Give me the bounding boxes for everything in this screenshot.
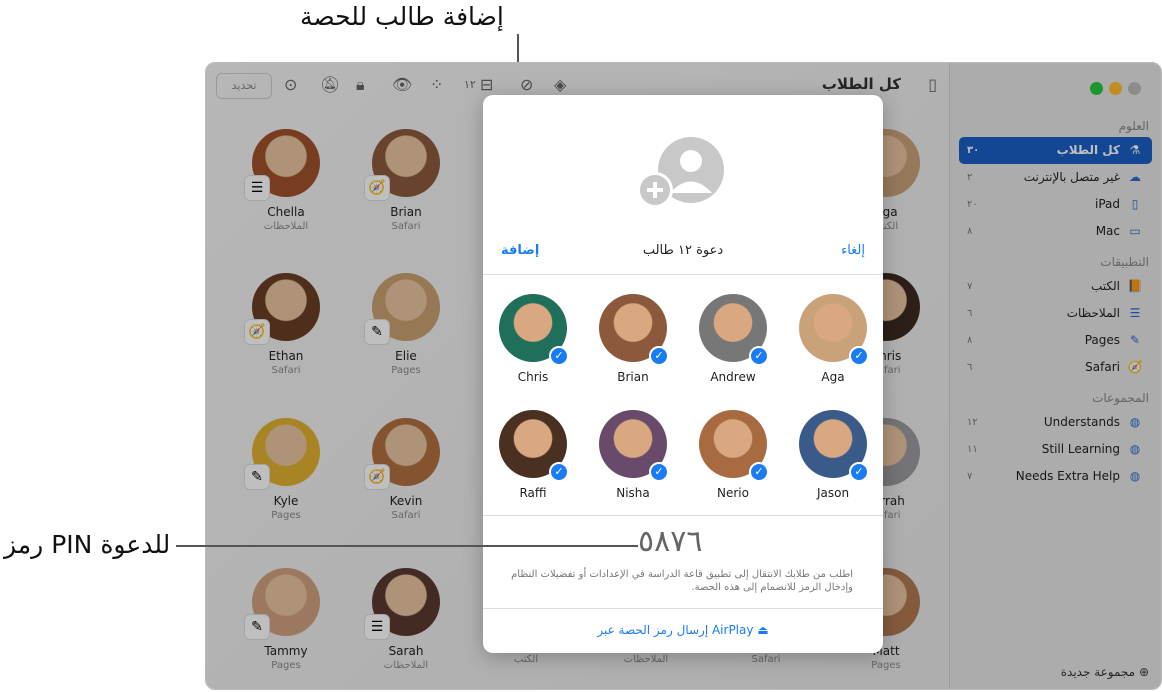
airplay-icon: ⏏︎ [757, 623, 769, 637]
pin-section: ٥٨٧٦ اطلب من طلابك الانتقال إلى تطبيق قا… [483, 515, 883, 609]
invite-students-popover: إضافة دعوة ١٢ طالب إلغاء ✓ Chris ✓ Brian ✓ An… [483, 95, 883, 653]
student-name: Nerio [717, 486, 749, 500]
popover-title: دعوة ١٢ طالب [642, 243, 724, 258]
airplay-button[interactable]: إرسال رمز الحصة عبر AirPlay ⏏︎ [483, 623, 883, 637]
invite-student[interactable]: ✓ Aga [783, 294, 883, 384]
student-name: Brian [617, 370, 649, 384]
avatar: ✓ [799, 410, 869, 482]
popover-header: إضافة دعوة ١٢ طالب إلغاء [483, 235, 883, 275]
avatar: ✓ [499, 294, 569, 366]
invite-student[interactable]: ✓ Raffi [483, 410, 583, 500]
invite-student[interactable]: ✓ Nerio [683, 410, 783, 500]
checkmark-icon: ✓ [749, 346, 769, 366]
avatar: ✓ [599, 294, 669, 366]
checkmark-icon: ✓ [749, 462, 769, 482]
airplay-label: إرسال رمز الحصة عبر AirPlay [597, 623, 754, 637]
invite-student[interactable]: ✓ Jason [783, 410, 883, 500]
student-name: Chris [517, 370, 549, 384]
avatar: ✓ [799, 294, 869, 366]
cancel-button[interactable]: إلغاء [841, 243, 865, 258]
checkmark-icon: ✓ [849, 462, 869, 482]
invite-student[interactable]: ✓ Brian [583, 294, 683, 384]
student-name: Aga [821, 370, 845, 384]
avatar: ✓ [699, 294, 769, 366]
pin-instructions: اطلب من طلابك الانتقال إلى تطبيق قاعة ال… [511, 569, 853, 593]
avatar: ✓ [699, 410, 769, 482]
checkmark-icon: ✓ [649, 346, 669, 366]
student-name: Raffi [519, 486, 547, 500]
student-name: Andrew [710, 370, 756, 384]
pin-code: ٥٨٧٦ [638, 524, 703, 559]
callout-add-student: إضافة طالب للحصة [300, 2, 504, 31]
checkmark-icon: ✓ [849, 346, 869, 366]
invite-student[interactable]: ✓ Nisha [583, 410, 683, 500]
invite-student[interactable]: ✓ Andrew [683, 294, 783, 384]
checkmark-icon: ✓ [549, 346, 569, 366]
add-person-icon [638, 137, 724, 208]
avatar: ✓ [499, 410, 569, 482]
avatar: ✓ [599, 410, 669, 482]
checkmark-icon: ✓ [549, 462, 569, 482]
student-name: Jason [816, 486, 850, 500]
student-name: Nisha [616, 486, 650, 500]
callout-line [176, 545, 638, 547]
callout-pin-code: رمز PIN للدعوة [4, 530, 171, 559]
invite-student[interactable]: ✓ Chris [483, 294, 583, 384]
checkmark-icon: ✓ [649, 462, 669, 482]
